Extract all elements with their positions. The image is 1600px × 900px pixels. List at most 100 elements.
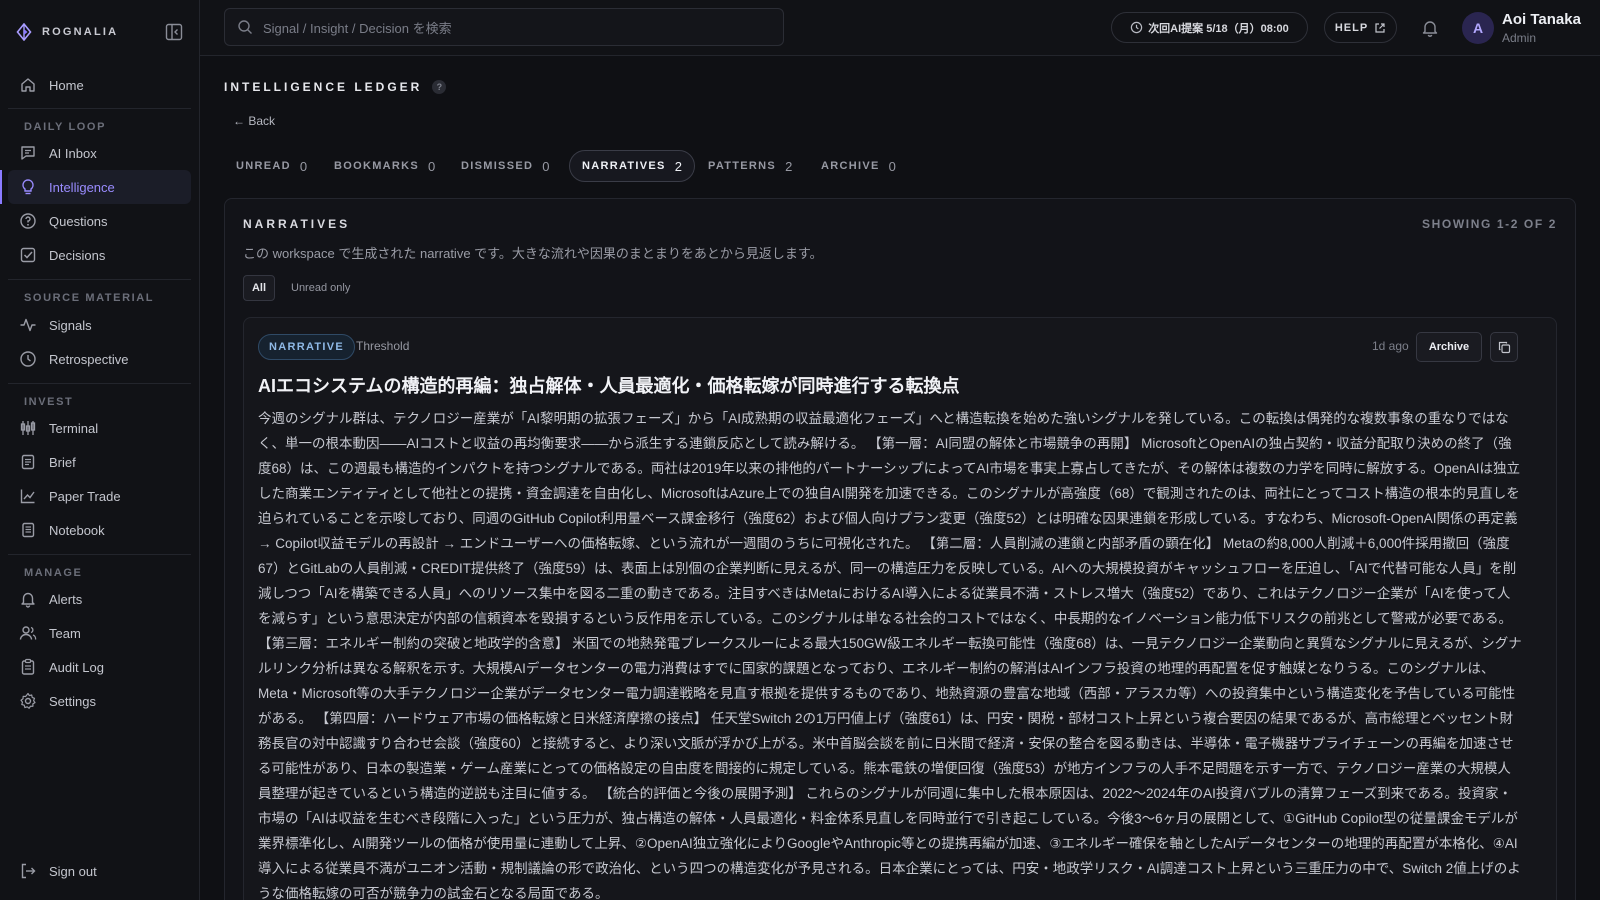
- sidebar-item-paper-trade[interactable]: Paper Trade: [8, 479, 191, 513]
- tab-count: 0: [888, 158, 896, 174]
- clock-icon: [20, 351, 36, 367]
- users-icon: [19, 626, 37, 640]
- sidebar-item-team[interactable]: Team: [8, 616, 191, 650]
- panel-description: この workspace で生成された narrative です。大きな流れや因…: [243, 246, 823, 261]
- back-link[interactable]: ← Back: [233, 114, 275, 128]
- trigger-type: Threshold: [356, 339, 410, 353]
- page-title-text: INTELLIGENCE LEDGER: [224, 80, 423, 94]
- avatar[interactable]: A: [1462, 12, 1494, 44]
- bell-icon: [21, 592, 35, 608]
- sign-out-button[interactable]: Sign out: [8, 854, 191, 888]
- narrative-card[interactable]: NARRATIVE Threshold 1d ago Archive AIエコシ…: [243, 317, 1557, 900]
- help-tooltip-icon[interactable]: ?: [432, 80, 447, 94]
- narrative-title: AIエコシステムの構造的再編：独占解体・人員最適化・価格転嫁が同時進行する転換点: [258, 376, 960, 396]
- home-icon: [21, 78, 35, 92]
- sidebar-collapse-icon[interactable]: [165, 23, 183, 41]
- sidebar-item-label: Paper Trade: [49, 488, 121, 504]
- tab-count: 0: [542, 158, 550, 174]
- tab-bookmarks[interactable]: BOOKMARKS 0: [322, 150, 447, 182]
- user-name[interactable]: Aoi Tanaka: [1502, 11, 1581, 28]
- narrative-body: 今週のシグナル群は、テクノロジー産業が「AI黎明期の拡張フェーズ」から「AI成熟…: [258, 411, 1522, 900]
- lightbulb-icon: [22, 179, 34, 195]
- sidebar-item-label: Intelligence: [49, 179, 115, 195]
- notification-bell-icon[interactable]: [1420, 18, 1440, 38]
- divider: [8, 554, 191, 555]
- archive-button[interactable]: Archive: [1416, 332, 1482, 362]
- sidebar-item-decisions[interactable]: Decisions: [8, 238, 191, 272]
- rognalia-logo-icon: [16, 23, 32, 41]
- external-link-icon: [1375, 22, 1385, 33]
- message-icon: [21, 146, 35, 160]
- tab-archive[interactable]: ARCHIVE 0: [809, 150, 908, 182]
- section-daily-loop: DAILY LOOP: [24, 121, 107, 133]
- filter-all-button[interactable]: All: [243, 275, 275, 301]
- tab-count: 0: [299, 158, 308, 174]
- document-icon: [21, 454, 35, 470]
- brand-name: ROGNALIA: [42, 26, 119, 38]
- sidebar-item-home[interactable]: Home: [8, 68, 191, 102]
- question-circle-icon: [20, 213, 36, 229]
- copy-icon: [1498, 341, 1510, 353]
- tab-label: BOOKMARKS: [334, 160, 420, 172]
- timestamp: 1d ago: [1372, 339, 1409, 353]
- help-button[interactable]: HELP: [1324, 12, 1397, 43]
- tab-dismissed[interactable]: DISMISSED 0: [449, 150, 561, 182]
- topbar: Signal / Insight / Decision を検索 次回AI提案 5…: [200, 0, 1600, 56]
- tab-unread[interactable]: UNREAD 0: [224, 150, 319, 182]
- sidebar-item-label: Notebook: [49, 522, 105, 538]
- tab-count: 2: [674, 158, 682, 174]
- sidebar-item-audit-log[interactable]: Audit Log: [8, 650, 191, 684]
- sidebar-item-label: Alerts: [49, 591, 83, 607]
- sidebar-item-settings[interactable]: Settings: [8, 684, 191, 718]
- sidebar-item-label: Retrospective: [49, 351, 129, 367]
- help-label: HELP: [1334, 21, 1369, 34]
- tab-label: UNREAD: [236, 160, 291, 172]
- sidebar-item-label: AI Inbox: [49, 145, 97, 161]
- sidebar-item-notebook[interactable]: Notebook: [8, 513, 191, 547]
- search-placeholder: Signal / Insight / Decision を検索: [263, 20, 452, 36]
- sidebar-item-label: Team: [49, 625, 81, 641]
- section-manage: MANAGE: [24, 567, 83, 579]
- clock-icon: [1130, 21, 1143, 34]
- checkbox-icon: [20, 247, 36, 263]
- sidebar-item-label: Signals: [49, 317, 92, 333]
- tab-patterns[interactable]: PATTERNS 2: [696, 150, 804, 182]
- copy-button[interactable]: [1490, 332, 1518, 362]
- next-ai-proposal-text: 次回AI提案 5/18（月）08:00: [1148, 22, 1289, 35]
- narrative-badge: NARRATIVE: [258, 334, 356, 360]
- sidebar-item-label: Settings: [49, 693, 96, 709]
- sidebar-item-label: Audit Log: [49, 659, 104, 675]
- sidebar-item-alerts[interactable]: Alerts: [8, 582, 191, 616]
- activity-icon: [20, 318, 36, 332]
- sign-out-label: Sign out: [49, 863, 97, 879]
- divider: [8, 108, 191, 109]
- page-title: INTELLIGENCE LEDGER ?: [224, 80, 447, 94]
- filter-unread-only-button[interactable]: Unread only: [291, 275, 350, 301]
- sidebar-item-intelligence[interactable]: Intelligence: [0, 170, 191, 204]
- tab-label: NARRATIVES: [582, 160, 666, 172]
- gear-icon: [20, 692, 36, 709]
- next-ai-proposal-pill[interactable]: 次回AI提案 5/18（月）08:00: [1111, 12, 1308, 43]
- logout-icon: [21, 863, 36, 879]
- sidebar-item-signals[interactable]: Signals: [8, 308, 191, 342]
- pagination-status: SHOWING 1-2 OF 2: [1422, 217, 1557, 231]
- sidebar-item-label: Decisions: [49, 247, 106, 263]
- sidebar-item-questions[interactable]: Questions: [8, 204, 191, 238]
- clipboard-icon: [21, 658, 35, 675]
- sidebar-item-retrospective[interactable]: Retrospective: [8, 342, 191, 376]
- line-chart-icon: [20, 489, 35, 504]
- divider: [8, 383, 191, 384]
- search-input[interactable]: Signal / Insight / Decision を検索: [224, 8, 784, 46]
- narratives-panel: NARRATIVES SHOWING 1-2 OF 2 この workspace…: [224, 198, 1576, 900]
- tab-label: PATTERNS: [708, 160, 777, 172]
- sidebar-item-brief[interactable]: Brief: [8, 445, 191, 479]
- sidebar-item-ai-inbox[interactable]: AI Inbox: [8, 136, 191, 170]
- divider: [8, 279, 191, 280]
- tab-narratives[interactable]: NARRATIVES 2: [569, 150, 695, 182]
- sidebar-item-label: Brief: [49, 454, 76, 470]
- sidebar-item-label: Home: [49, 77, 84, 93]
- sidebar-item-terminal[interactable]: Terminal: [8, 411, 191, 445]
- user-role: Admin: [1502, 31, 1537, 45]
- tab-label: ARCHIVE: [821, 160, 880, 172]
- candlestick-icon: [20, 421, 36, 435]
